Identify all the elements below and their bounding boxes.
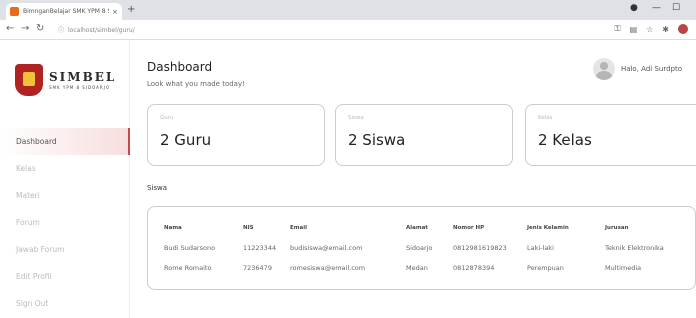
- forward-icon[interactable]: →: [21, 23, 29, 34]
- cell-nomor-hp: 0812878394: [453, 264, 495, 272]
- column-header: NIS: [243, 225, 254, 231]
- user-greeting: Halo, Adi Surdpto: [620, 65, 682, 73]
- stat-card-guru: Guru 2 Guru: [147, 104, 325, 166]
- siswa-table-card: Nama NIS Email Alamat Nomor HP Jenis Kel…: [147, 206, 696, 290]
- browser-menu-dot-icon[interactable]: ●: [630, 3, 638, 13]
- cell-nis: 7236479: [243, 264, 272, 272]
- cell-nis: 11223344: [243, 244, 277, 252]
- browser-tabbar: BimnganBelajar SMK YPM 8 Sl × + ● — ☐: [0, 0, 696, 20]
- table-row: Budi Sudarsono 11223344 budisiswa@email.…: [164, 238, 681, 258]
- tab-close-icon[interactable]: ×: [112, 8, 118, 16]
- school-emblem-icon: [15, 64, 43, 96]
- section-title-siswa: Siswa: [147, 184, 168, 192]
- cell-jurusan: Teknik Elektronika: [605, 244, 664, 252]
- sidebar: SIMBEL SMK YPM 8 SIDOARJO Dashboard Kela…: [0, 40, 130, 318]
- cell-jenis-kelamin: Laki-laki: [527, 244, 554, 252]
- browser-toolbar: ← → ↻ ⓘ localhost/simbel/guru/ ⚿ ▤ ☆ ✱: [0, 20, 696, 40]
- sidebar-item-forum[interactable]: Forum: [0, 209, 130, 236]
- cell-nama: Budi Sudarsono: [164, 244, 216, 252]
- logo[interactable]: SIMBEL SMK YPM 8 SIDOARJO: [15, 60, 117, 100]
- extensions-icon[interactable]: ▤: [630, 25, 638, 34]
- user-menu[interactable]: Halo, Adi Surdpto: [592, 58, 682, 80]
- sidebar-menu: Dashboard Kelas Materi Forum Jawab Forum…: [0, 128, 130, 317]
- avatar: [592, 58, 615, 80]
- stat-card-kelas: Kelas 2 Kelas: [525, 104, 696, 166]
- sidebar-item-edit-profil[interactable]: Edit Profil: [0, 263, 130, 290]
- sidebar-item-materi[interactable]: Materi: [0, 182, 130, 209]
- logo-subtitle: SMK YPM 8 SIDOARJO: [49, 85, 110, 90]
- stat-card-siswa: Siswa 2 Siswa: [335, 104, 513, 166]
- info-circle-icon: ⓘ: [58, 27, 65, 34]
- cell-jurusan: Multimedia: [605, 264, 642, 272]
- main-content: Dashboard Look what you made today! Halo…: [130, 40, 696, 318]
- cell-nama: Rome Romaito: [164, 264, 212, 272]
- column-header: Jurusan: [605, 225, 629, 231]
- cell-alamat: Sidoarjo: [406, 244, 433, 252]
- browser-tab[interactable]: BimnganBelajar SMK YPM 8 Sl ×: [6, 3, 122, 20]
- toolbar-icons: ⚿ ▤ ☆ ✱: [614, 24, 688, 34]
- sidebar-item-sign-out[interactable]: Sign Out: [0, 290, 130, 317]
- sidebar-item-kelas[interactable]: Kelas: [0, 155, 130, 182]
- cell-alamat: Medan: [406, 264, 428, 272]
- card-label: Kelas: [538, 115, 553, 121]
- page-title: Dashboard: [147, 60, 213, 74]
- column-header: Nama: [164, 225, 182, 231]
- card-value: 2 Siswa: [348, 131, 406, 149]
- profile-icon[interactable]: [678, 24, 688, 34]
- reload-icon[interactable]: ↻: [36, 23, 44, 34]
- card-value: 2 Guru: [160, 131, 212, 149]
- cell-nomor-hp: 0812981619823: [453, 244, 507, 252]
- siswa-table: Nama NIS Email Alamat Nomor HP Jenis Kel…: [164, 218, 681, 278]
- maximize-icon[interactable]: ☐: [672, 3, 680, 13]
- star-icon[interactable]: ☆: [646, 25, 653, 34]
- column-header: Alamat: [406, 225, 428, 231]
- table-header-row: Nama NIS Email Alamat Nomor HP Jenis Kel…: [164, 218, 681, 238]
- card-value: 2 Kelas: [538, 131, 592, 149]
- sidebar-item-jawab-forum[interactable]: Jawab Forum: [0, 236, 130, 263]
- url-text: localhost/simbel/guru/: [68, 27, 135, 34]
- page-subtitle: Look what you made today!: [147, 80, 245, 88]
- address-bar[interactable]: ⓘ localhost/simbel/guru/: [58, 25, 135, 34]
- column-header: Email: [290, 225, 307, 231]
- column-header: Nomor HP: [453, 225, 485, 231]
- table-row: Rome Romaito 7236479 romesiswa@email.com…: [164, 258, 681, 278]
- logo-name: SIMBEL: [49, 70, 117, 84]
- cell-email: budisiswa@email.com: [290, 244, 363, 252]
- card-label: Siswa: [348, 115, 364, 121]
- column-header: Jenis Kelamin: [527, 225, 569, 231]
- card-label: Guru: [160, 115, 174, 121]
- tab-title: BimnganBelajar SMK YPM 8 Sl: [23, 8, 110, 15]
- back-icon[interactable]: ←: [6, 23, 14, 34]
- favicon-icon: [10, 7, 19, 16]
- puzzle-icon[interactable]: ✱: [662, 25, 669, 34]
- new-tab-button[interactable]: +: [127, 4, 135, 15]
- sidebar-item-dashboard[interactable]: Dashboard: [0, 128, 130, 155]
- key-icon[interactable]: ⚿: [614, 24, 620, 34]
- minimize-icon[interactable]: —: [652, 3, 661, 13]
- cell-jenis-kelamin: Perempuan: [527, 264, 564, 272]
- cell-email: romesiswa@email.com: [290, 264, 366, 272]
